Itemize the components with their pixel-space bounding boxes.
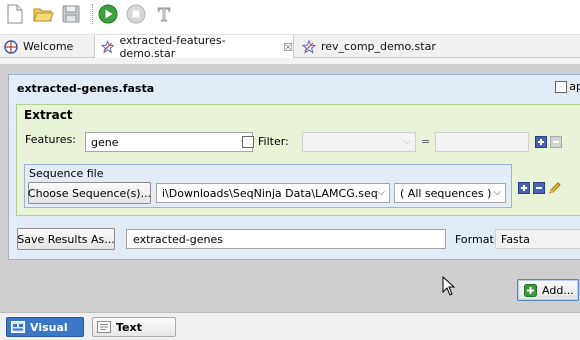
chevron-down-icon: ⌵ xyxy=(377,187,385,198)
results-filename-field[interactable]: extracted-genes xyxy=(126,229,446,249)
globe-icon xyxy=(4,39,18,54)
tab-welcome[interactable]: Welcome xyxy=(2,35,73,58)
tab-visual-label: Visual xyxy=(30,320,68,334)
close-tab-icon[interactable]: ☒ xyxy=(283,41,293,54)
equals-sign: = xyxy=(421,135,431,148)
add-plus-icon xyxy=(524,283,537,297)
filter-text-field[interactable] xyxy=(435,132,529,152)
visual-view-icon xyxy=(11,321,25,333)
tab-text-label: Text xyxy=(116,320,142,334)
tab-visual[interactable]: Visual xyxy=(6,317,84,337)
tab-label: rev_comp_demo.star xyxy=(321,40,436,53)
choose-sequences-button[interactable]: Choose Sequence(s)... xyxy=(28,182,151,204)
features-label: Features: xyxy=(25,133,77,146)
format-label: Format: xyxy=(455,233,498,246)
tab-label: Welcome xyxy=(23,40,74,53)
save-disk-icon[interactable] xyxy=(60,3,82,25)
run-play-icon[interactable] xyxy=(97,3,119,25)
open-folder-icon[interactable] xyxy=(32,3,54,25)
toolbar-separator xyxy=(92,4,93,24)
main-toolbar: T xyxy=(0,0,580,30)
add-sequence-icon[interactable] xyxy=(518,182,530,194)
results-filename-value: extracted-genes xyxy=(133,232,223,246)
svg-text:T: T xyxy=(158,5,170,25)
filter-checkbox[interactable] xyxy=(242,136,254,148)
remove-sequence-icon[interactable] xyxy=(533,182,545,194)
view-mode-bar: Visual Text xyxy=(0,312,580,340)
chevron-down-icon: ⌵ xyxy=(403,136,411,147)
filter-dropdown[interactable]: ⌵ xyxy=(302,132,416,152)
app-checkbox[interactable]: app xyxy=(555,80,580,93)
add-filter-icon[interactable] xyxy=(535,136,547,148)
sequence-path-value: i\Downloads\SeqNinja Data\LAMCG.seq xyxy=(162,186,378,200)
text-view-icon xyxy=(97,321,111,333)
sequence-selection-value: ( All sequences ) xyxy=(400,186,492,200)
star-icon xyxy=(101,40,115,54)
filter-label: Filter: xyxy=(258,135,289,148)
sequence-file-title: Sequence file xyxy=(29,167,104,180)
checkbox-box[interactable] xyxy=(555,80,568,93)
star-icon xyxy=(302,39,316,54)
sequence-path-dropdown[interactable]: i\Downloads\SeqNinja Data\LAMCG.seq ⌵ xyxy=(156,183,390,203)
sequence-file-panel: Sequence file Choose Sequence(s)... i\Do… xyxy=(24,164,512,208)
tab-rev-comp-demo[interactable]: rev_comp_demo.star xyxy=(300,35,436,58)
sequence-selection-dropdown[interactable]: ( All sequences ) ⌵ xyxy=(394,183,506,203)
tab-extracted-features-demo[interactable]: extracted-features-demo.star ☒ xyxy=(94,34,294,60)
format-value: Fasta xyxy=(501,232,530,246)
editor-tab-bar: Welcome extracted-features-demo.star ☒ r… xyxy=(0,34,580,60)
features-dropdown[interactable]: gene ⌵ xyxy=(85,132,253,152)
save-results-button[interactable]: Save Results As... xyxy=(17,228,115,250)
mouse-cursor-icon xyxy=(442,276,456,296)
add-button-label: Add... xyxy=(542,283,574,297)
features-value: gene xyxy=(91,135,119,149)
chevron-down-icon: ⌵ xyxy=(493,187,501,198)
panel-title: extracted-genes.fasta xyxy=(17,82,155,95)
remove-filter-icon[interactable] xyxy=(550,136,562,148)
tab-text[interactable]: Text xyxy=(92,317,176,337)
add-button[interactable]: Add... xyxy=(517,279,579,301)
text-icon[interactable]: T xyxy=(153,3,175,26)
stop-icon[interactable] xyxy=(125,3,147,25)
edit-pencil-icon[interactable] xyxy=(548,181,562,195)
format-dropdown[interactable]: Fasta xyxy=(495,229,580,249)
app-checkbox-label: app xyxy=(569,80,580,93)
extract-title: Extract xyxy=(24,108,73,122)
new-file-icon[interactable] xyxy=(4,3,26,25)
tab-label: extracted-features-demo.star xyxy=(119,34,226,60)
